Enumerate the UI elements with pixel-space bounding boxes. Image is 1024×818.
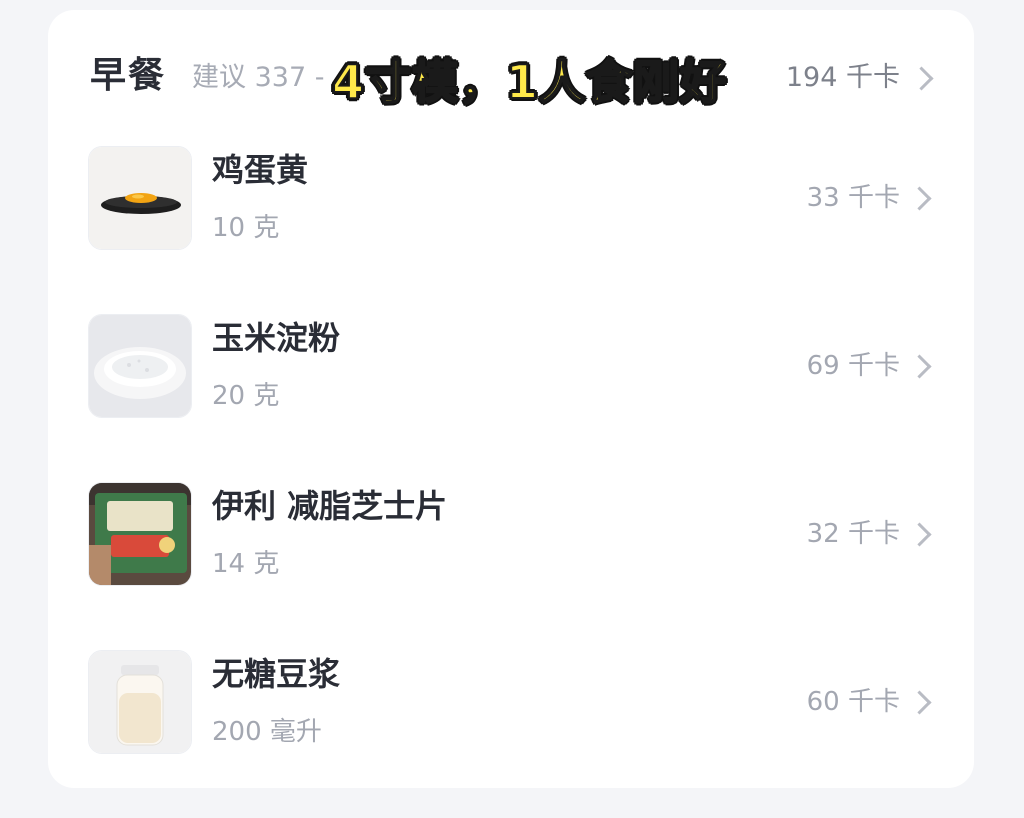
food-amount: 14 克 <box>212 549 280 579</box>
food-name: 玉米淀粉 <box>212 319 341 357</box>
soy-milk-thumbnail <box>88 650 192 754</box>
food-amount: 200 毫升 <box>212 717 322 747</box>
chevron-right-icon <box>907 522 932 547</box>
chevron-right-icon <box>907 354 932 379</box>
corn-starch-thumbnail <box>88 314 192 418</box>
food-row-cheese-slices[interactable]: 伊利 减脂芝士片 14 克 32 千卡 <box>48 482 974 650</box>
food-amount: 20 克 <box>212 381 280 411</box>
egg-yolk-thumbnail <box>88 146 192 250</box>
food-calories: 32 千卡 <box>806 519 900 549</box>
chevron-right-icon <box>909 66 934 91</box>
food-amount: 10 克 <box>212 213 280 243</box>
food-row-corn-starch[interactable]: 玉米淀粉 20 克 69 千卡 <box>48 314 974 482</box>
chevron-right-icon <box>907 186 932 211</box>
food-name: 无糖豆浆 <box>212 655 341 693</box>
food-name: 鸡蛋黄 <box>212 151 309 189</box>
food-row-egg-yolk[interactable]: 鸡蛋黄 10 克 33 千卡 <box>48 146 974 314</box>
meal-card: 早餐 建议 337 - 194 千卡 鸡蛋黄 10 克 33 千卡 玉米淀粉 2… <box>48 10 974 788</box>
food-calories: 60 千卡 <box>806 687 900 717</box>
food-calories: 33 千卡 <box>806 183 900 213</box>
meal-total-calories: 194 千卡 <box>785 62 900 93</box>
meal-suggested-calories: 建议 337 - <box>192 62 325 93</box>
meal-title: 早餐 <box>90 55 167 96</box>
video-caption-overlay: 4寸模，1人食刚好 <box>331 54 728 110</box>
food-row-soy-milk[interactable]: 无糖豆浆 200 毫升 60 千卡 <box>48 650 974 818</box>
cheese-package-thumbnail <box>88 482 192 586</box>
food-calories: 69 千卡 <box>806 351 900 381</box>
food-name: 伊利 减脂芝士片 <box>212 487 448 525</box>
chevron-right-icon <box>907 690 932 715</box>
